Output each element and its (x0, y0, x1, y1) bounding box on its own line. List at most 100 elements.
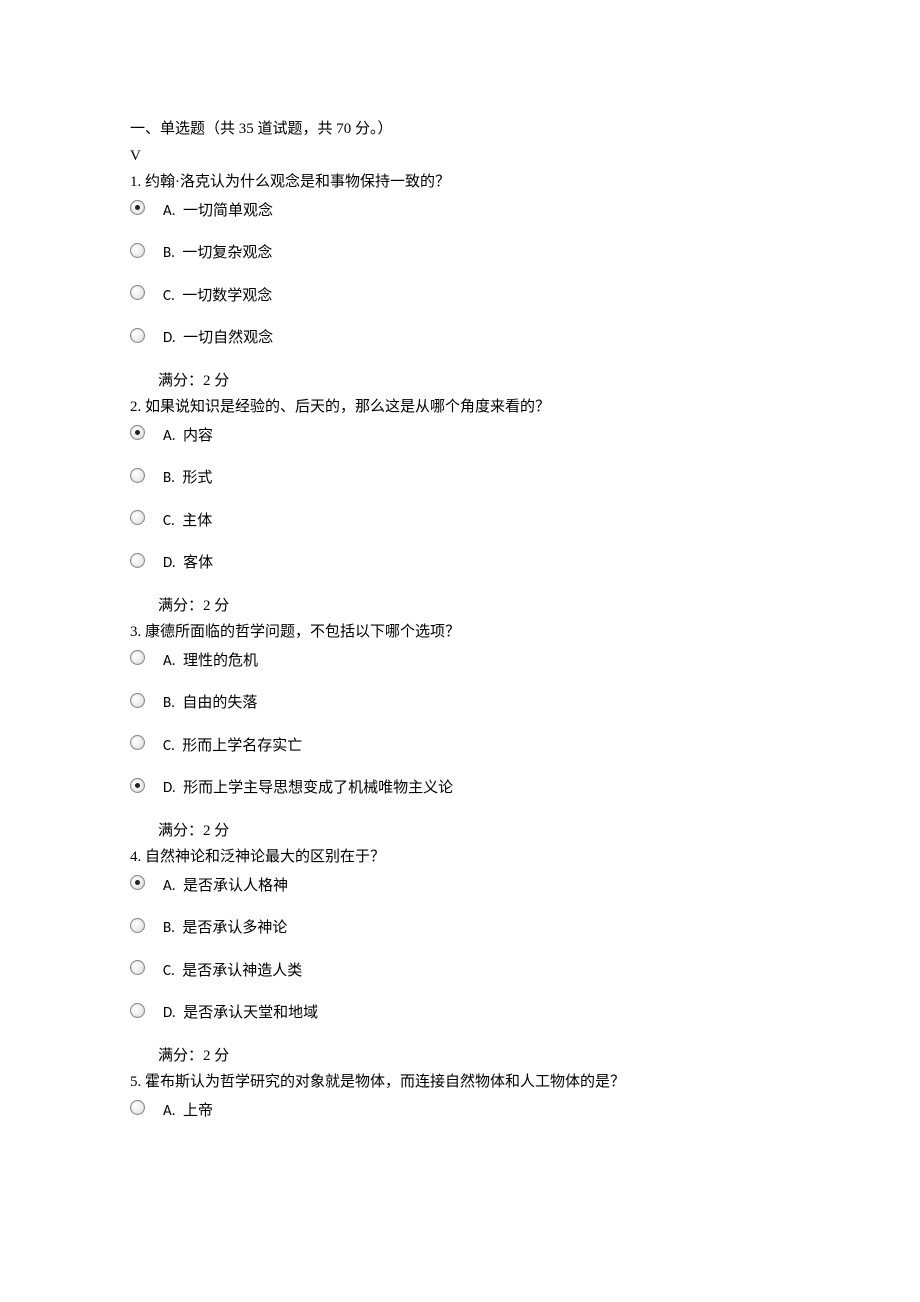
option-row: A. 理性的危机 (130, 650, 790, 673)
v-mark: V (130, 145, 790, 168)
option-label: C. 形而上学名存实亡 (163, 735, 302, 758)
question-block: 5. 霍布斯认为哲学研究的对象就是物体，而连接自然物体和人工物体的是？ A. 上帝 (130, 1071, 790, 1122)
option-text: 一切复杂观念 (179, 244, 272, 262)
option-letter: D. (163, 779, 176, 797)
radio-icon[interactable] (130, 960, 145, 975)
option-row: B. 一切复杂观念 (130, 242, 790, 265)
radio-icon[interactable] (130, 200, 145, 215)
option-label: B. 是否承认多神论 (163, 917, 287, 940)
option-letter: B. (163, 919, 175, 937)
option-label: A. 是否承认人格神 (163, 875, 288, 898)
question-text: 4. 自然神论和泛神论最大的区别在于？ (130, 846, 790, 869)
option-text: 客体 (180, 554, 213, 572)
option-text: 理性的危机 (180, 652, 258, 670)
option-letter: C. (163, 737, 175, 755)
radio-icon[interactable] (130, 425, 145, 440)
option-text: 是否承认多神论 (179, 919, 287, 937)
option-text: 一切简单观念 (180, 202, 273, 220)
option-label: A. 一切简单观念 (163, 200, 273, 223)
option-text: 一切数学观念 (179, 287, 272, 305)
question-block: 2. 如果说知识是经验的、后天的，那么这是从哪个角度来看的？ A. 内容 B. 形式… (130, 396, 790, 617)
page-content: 一、单选题（共 35 道试题，共 70 分。） V 1. 约翰·洛克认为什么观念… (0, 0, 920, 1166)
option-row: C. 主体 (130, 510, 790, 533)
option-letter: A. (163, 877, 176, 895)
option-row: D. 一切自然观念 (130, 327, 790, 350)
question-block: 4. 自然神论和泛神论最大的区别在于？ A. 是否承认人格神 B. 是否承认多神论 C… (130, 846, 790, 1067)
questions-container: 1. 约翰·洛克认为什么观念是和事物保持一致的？ A. 一切简单观念 B. 一切复杂… (130, 171, 790, 1122)
radio-icon[interactable] (130, 510, 145, 525)
option-row: C. 一切数学观念 (130, 285, 790, 308)
option-text: 上帝 (180, 1102, 213, 1120)
option-text: 是否承认神造人类 (179, 962, 302, 980)
option-label: D. 一切自然观念 (163, 327, 273, 350)
option-label: A. 内容 (163, 425, 213, 448)
option-label: B. 一切复杂观念 (163, 242, 272, 265)
option-row: A. 一切简单观念 (130, 200, 790, 223)
radio-icon[interactable] (130, 553, 145, 568)
option-label: D. 是否承认天堂和地域 (163, 1002, 318, 1025)
question-block: 1. 约翰·洛克认为什么观念是和事物保持一致的？ A. 一切简单观念 B. 一切复杂… (130, 171, 790, 392)
radio-icon[interactable] (130, 650, 145, 665)
option-row: D. 形而上学主导思想变成了机械唯物主义论 (130, 777, 790, 800)
radio-icon[interactable] (130, 918, 145, 933)
score-line: 满分：2 分 (158, 820, 790, 843)
option-letter: A. (163, 652, 176, 670)
radio-icon[interactable] (130, 468, 145, 483)
option-label: A. 理性的危机 (163, 650, 258, 673)
option-text: 自由的失落 (179, 694, 257, 712)
option-letter: C. (163, 962, 175, 980)
option-text: 形式 (179, 469, 212, 487)
option-letter: A. (163, 202, 176, 220)
option-text: 主体 (179, 512, 212, 530)
radio-icon[interactable] (130, 328, 145, 343)
option-letter: D. (163, 554, 176, 572)
radio-icon[interactable] (130, 243, 145, 258)
option-row: D. 客体 (130, 552, 790, 575)
score-line: 满分：2 分 (158, 1045, 790, 1068)
option-text: 形而上学主导思想变成了机械唯物主义论 (180, 779, 453, 797)
radio-icon[interactable] (130, 285, 145, 300)
option-letter: B. (163, 469, 175, 487)
option-row: C. 是否承认神造人类 (130, 960, 790, 983)
option-letter: D. (163, 1004, 176, 1022)
option-text: 是否承认天堂和地域 (180, 1004, 318, 1022)
option-label: D. 形而上学主导思想变成了机械唯物主义论 (163, 777, 453, 800)
option-letter: A. (163, 427, 176, 445)
option-letter: C. (163, 287, 175, 305)
question-text: 3. 康德所面临的哲学问题，不包括以下哪个选项？ (130, 621, 790, 644)
radio-icon[interactable] (130, 1003, 145, 1018)
question-text: 1. 约翰·洛克认为什么观念是和事物保持一致的？ (130, 171, 790, 194)
option-text: 形而上学名存实亡 (179, 737, 302, 755)
option-label: B. 形式 (163, 467, 212, 490)
option-text: 内容 (180, 427, 213, 445)
score-line: 满分：2 分 (158, 370, 790, 393)
radio-icon[interactable] (130, 693, 145, 708)
option-label: D. 客体 (163, 552, 213, 575)
score-line: 满分：2 分 (158, 595, 790, 618)
option-text: 是否承认人格神 (180, 877, 288, 895)
option-row: B. 自由的失落 (130, 692, 790, 715)
option-row: B. 形式 (130, 467, 790, 490)
radio-icon[interactable] (130, 875, 145, 890)
option-label: C. 主体 (163, 510, 212, 533)
option-row: A. 是否承认人格神 (130, 875, 790, 898)
option-label: C. 是否承认神造人类 (163, 960, 302, 983)
option-label: C. 一切数学观念 (163, 285, 272, 308)
radio-icon[interactable] (130, 1100, 145, 1115)
question-text: 5. 霍布斯认为哲学研究的对象就是物体，而连接自然物体和人工物体的是？ (130, 1071, 790, 1094)
question-text: 2. 如果说知识是经验的、后天的，那么这是从哪个角度来看的？ (130, 396, 790, 419)
radio-icon[interactable] (130, 735, 145, 750)
option-letter: C. (163, 512, 175, 530)
option-letter: A. (163, 1102, 176, 1120)
option-row: D. 是否承认天堂和地域 (130, 1002, 790, 1025)
section-title: 一、单选题（共 35 道试题，共 70 分。） (130, 118, 790, 141)
option-letter: B. (163, 244, 175, 262)
option-row: C. 形而上学名存实亡 (130, 735, 790, 758)
radio-icon[interactable] (130, 778, 145, 793)
option-text: 一切自然观念 (180, 329, 273, 347)
option-row: A. 上帝 (130, 1100, 790, 1123)
option-row: A. 内容 (130, 425, 790, 448)
option-letter: B. (163, 694, 175, 712)
option-label: A. 上帝 (163, 1100, 213, 1123)
option-letter: D. (163, 329, 176, 347)
